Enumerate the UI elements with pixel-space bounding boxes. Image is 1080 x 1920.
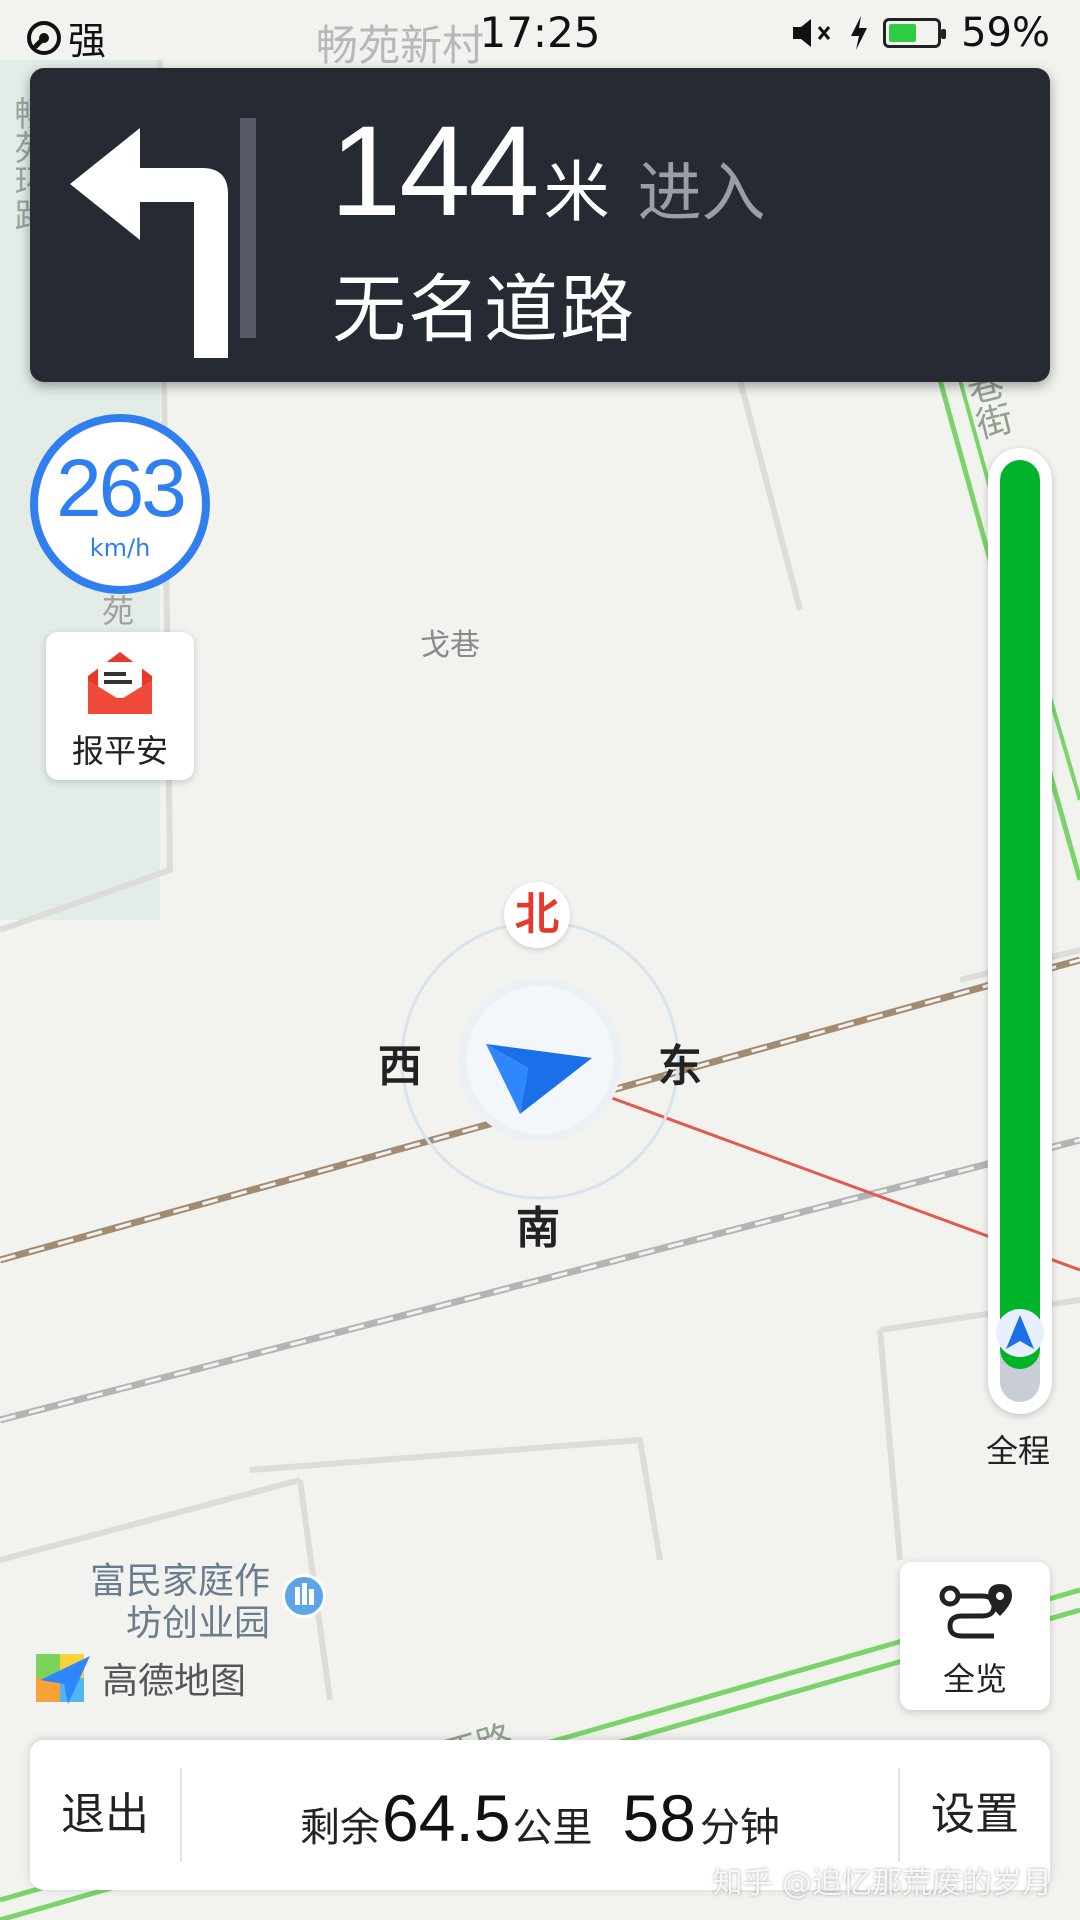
speed-unit: km/h: [89, 534, 151, 562]
remaining-distance-unit: 公里: [512, 1805, 593, 1851]
envelope-icon: [88, 652, 152, 714]
map-label-lane: 戈巷: [420, 628, 480, 663]
remaining-distance: 64.5: [382, 1781, 511, 1855]
compass[interactable]: 北 西 东 南: [378, 882, 702, 1254]
exit-navigation-button[interactable]: 退出: [30, 1740, 180, 1890]
status-bar: 强 17:25 59%: [0, 0, 1080, 66]
amap-logo-text: 高德地图: [102, 1661, 247, 1702]
remaining-time-unit: 分钟: [699, 1805, 780, 1851]
route-progress-fill: [1000, 460, 1040, 1370]
amap-logo: 高德地图: [34, 1650, 246, 1706]
distance-unit: 米: [543, 154, 610, 231]
route-overview-label: 全览: [942, 1660, 1007, 1698]
turn-left-icon: [70, 118, 256, 358]
speed-value: 263: [56, 443, 187, 534]
compass-north: 北: [504, 882, 570, 948]
status-right: 59%: [789, 10, 1050, 56]
maneuver-action: 进入: [637, 157, 766, 231]
battery-icon: [883, 18, 947, 48]
turn-guidance-panel[interactable]: 144 米 进入 无名道路: [30, 68, 1050, 382]
poi-name-line2: 坊创业园: [126, 1603, 271, 1644]
route-overview-button[interactable]: 全览: [900, 1562, 1050, 1710]
watermark: 知乎 @追忆那荒废的岁月: [712, 1866, 1052, 1901]
route-full-label[interactable]: 全程: [986, 1426, 1050, 1472]
current-speed-badge: 263 km/h: [30, 414, 210, 594]
compass-south: 南: [516, 1203, 560, 1254]
compass-west: 西: [378, 1041, 422, 1092]
navigation-arrow-icon: [1006, 1315, 1034, 1350]
route-progress-bar[interactable]: [988, 448, 1052, 1414]
next-road-name: 无名道路: [332, 267, 636, 353]
turn-distance: 144 米 进入: [330, 108, 766, 236]
route-progress-track: [1000, 460, 1040, 1402]
battery-percent: 59%: [961, 10, 1050, 56]
vehicle-position-icon: [486, 1044, 592, 1114]
amap-logo-icon: [36, 1654, 90, 1704]
distance-value: 144: [330, 100, 540, 243]
compass-east: 东: [658, 1041, 702, 1092]
remaining-time: 58: [622, 1781, 696, 1855]
mute-icon: [793, 19, 831, 47]
report-safety-label: 报平安: [71, 732, 168, 770]
route-overview-icon: [939, 1584, 1012, 1639]
report-safety-button[interactable]: 报平安: [46, 632, 194, 780]
progress-car-marker: [996, 1309, 1044, 1358]
charging-icon: [851, 16, 868, 50]
poi-building-icon[interactable]: [282, 1574, 326, 1618]
remaining-label: 剩余: [300, 1805, 381, 1851]
battery-level: [889, 24, 917, 42]
